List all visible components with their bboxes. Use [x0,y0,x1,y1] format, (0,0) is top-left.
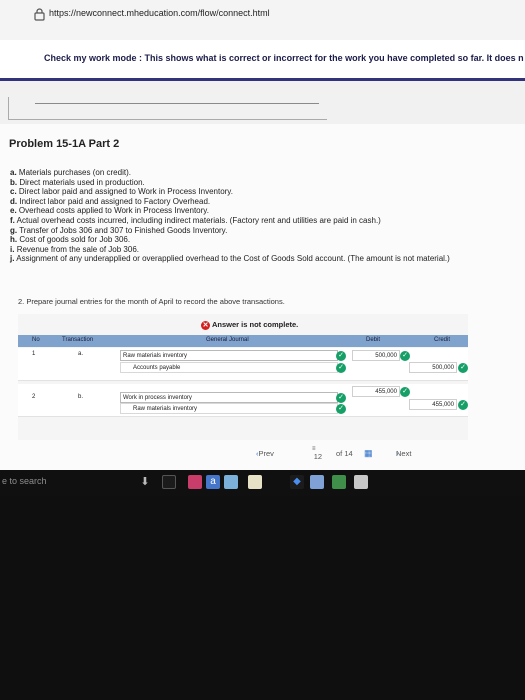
check-icon: ✓ [458,400,468,410]
debit-account-field[interactable]: Work in process inventory [120,392,338,403]
check-work-banner: Check my work mode : This shows what is … [0,40,525,81]
check-icon: ✓ [336,404,346,414]
journal-header: No Transaction General Journal Debit Cre… [18,335,468,347]
answer-status: ✕ Answer is not complete. [201,320,298,330]
credit-amount-field[interactable]: 455,000 [409,399,457,410]
list-item: c. Direct labor paid and assigned to Wor… [10,187,233,197]
problem-title: Problem 15-1A Part 2 [9,138,120,150]
debit-amount-field[interactable]: 500,000 [352,350,400,361]
app-icon[interactable] [310,475,324,489]
entry-transaction: b. [78,394,84,400]
credit-amount-field[interactable]: 500,000 [409,362,457,373]
prev-button[interactable]: ‹ Prev [256,449,274,458]
microphone-icon[interactable]: ⬇ [138,475,152,489]
taskbar-search[interactable]: e to search [2,476,47,486]
list-item: h. Cost of goods sold for Job 306. [10,235,131,245]
next-button[interactable]: Next › [396,449,411,458]
header-transaction: Transaction [62,337,94,343]
entry-no: 1 [32,351,36,357]
address-bar[interactable]: https://newconnect.mheducation.com/flow/… [0,0,525,41]
app-icon[interactable] [188,475,202,489]
transaction-list: a. Materials purchases (on credit). b. D… [10,168,450,264]
screen: https://newconnect.mheducation.com/flow/… [0,0,525,470]
journal-panel: ✕ Answer is not complete. No Transaction … [18,314,468,460]
header-credit: Credit [434,337,451,343]
header-general-journal: General Journal [206,337,249,343]
debit-account-field[interactable]: Raw materials inventory [120,350,338,361]
header-no: No [32,337,40,343]
list-item: d. Indirect labor paid and assigned to F… [10,196,211,206]
url-text[interactable]: https://newconnect.mheducation.com/flow/… [49,8,270,18]
entry-transaction: a. [78,351,84,357]
list-item: a. Materials purchases (on credit). [10,168,131,177]
check-icon: ✓ [458,363,468,373]
banner-message: Check my work mode : This shows what is … [44,53,524,63]
list-item: b. Direct materials used in production. [10,177,145,187]
check-icon: ✓ [336,363,346,373]
store-icon[interactable] [248,475,262,489]
problem-content: Problem 15-1A Part 2 a. Materials purcha… [0,124,525,470]
credit-account-field[interactable]: Accounts payable [120,362,338,373]
answer-status-text: Answer is not complete. [212,320,299,329]
check-icon: ✓ [336,393,346,403]
question-pager: ‹ Prev ≡ 12 of 14 ▦ Next › [18,445,468,465]
credit-account-field[interactable]: Raw materials inventory [120,403,338,414]
list-item: i. Revenue from the sale of Job 306. [10,244,139,254]
header-debit: Debit [366,337,381,343]
entry-no: 2 [32,394,36,400]
error-icon: ✕ [201,320,210,330]
check-icon: ✓ [400,387,410,397]
list-item: g. Transfer of Jobs 306 and 307 to Finis… [10,225,228,235]
current-page[interactable]: ≡ 12 [312,446,322,460]
check-icon: ✓ [400,351,410,361]
answer-underline [35,103,319,104]
taskbar: e to search ⬇ a ◆ [0,470,525,496]
dropbox-icon[interactable]: ◆ [290,475,304,489]
answer-field[interactable] [8,97,327,120]
check-icon: ✓ [336,351,346,361]
a-app-icon[interactable]: a [206,475,220,489]
table-row: 1 a. Raw materials inventory Accounts pa… [18,348,468,381]
page-count: of 14 [336,449,353,458]
grid-icon[interactable]: ▦ [364,448,373,459]
list-item: e. Overhead costs applied to Work in Pro… [10,206,209,216]
list-item: j. Assignment of any underapplied or ove… [10,254,450,264]
app-icon[interactable] [354,475,368,489]
edge-icon[interactable] [224,475,238,489]
debit-amount-field[interactable]: 455,000 [352,386,400,397]
lock-icon [34,8,45,21]
list-item: f. Actual overhead costs incurred, inclu… [10,215,381,225]
app-icon[interactable] [332,475,346,489]
table-row: 2 b. Work in process inventory Raw mater… [18,384,468,417]
task-view-icon[interactable] [162,475,176,489]
question-prompt: 2. Prepare journal entries for the month… [18,297,285,306]
